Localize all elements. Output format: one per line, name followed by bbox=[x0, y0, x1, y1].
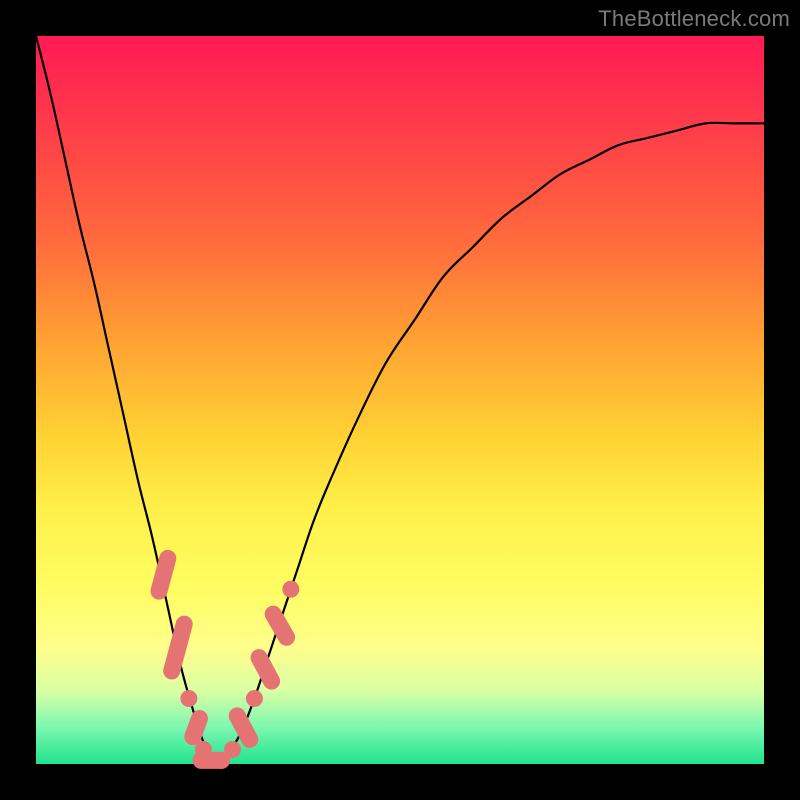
curve-marker-dot bbox=[180, 690, 197, 707]
curve-marker-pill bbox=[149, 548, 179, 602]
watermark-text: TheBottleneck.com bbox=[598, 6, 790, 32]
curve-marker-dot bbox=[224, 741, 241, 758]
curve-layer bbox=[36, 36, 764, 764]
plot-area bbox=[36, 36, 764, 764]
marker-group bbox=[149, 548, 300, 769]
curve-marker-dot bbox=[282, 581, 299, 598]
curve-marker-dot bbox=[246, 690, 263, 707]
curve-marker-pill bbox=[161, 614, 194, 682]
curve-marker-pill bbox=[248, 646, 284, 693]
chart-frame: TheBottleneck.com bbox=[0, 0, 800, 800]
bottleneck-curve bbox=[36, 36, 764, 764]
curve-marker-pill bbox=[262, 603, 299, 649]
